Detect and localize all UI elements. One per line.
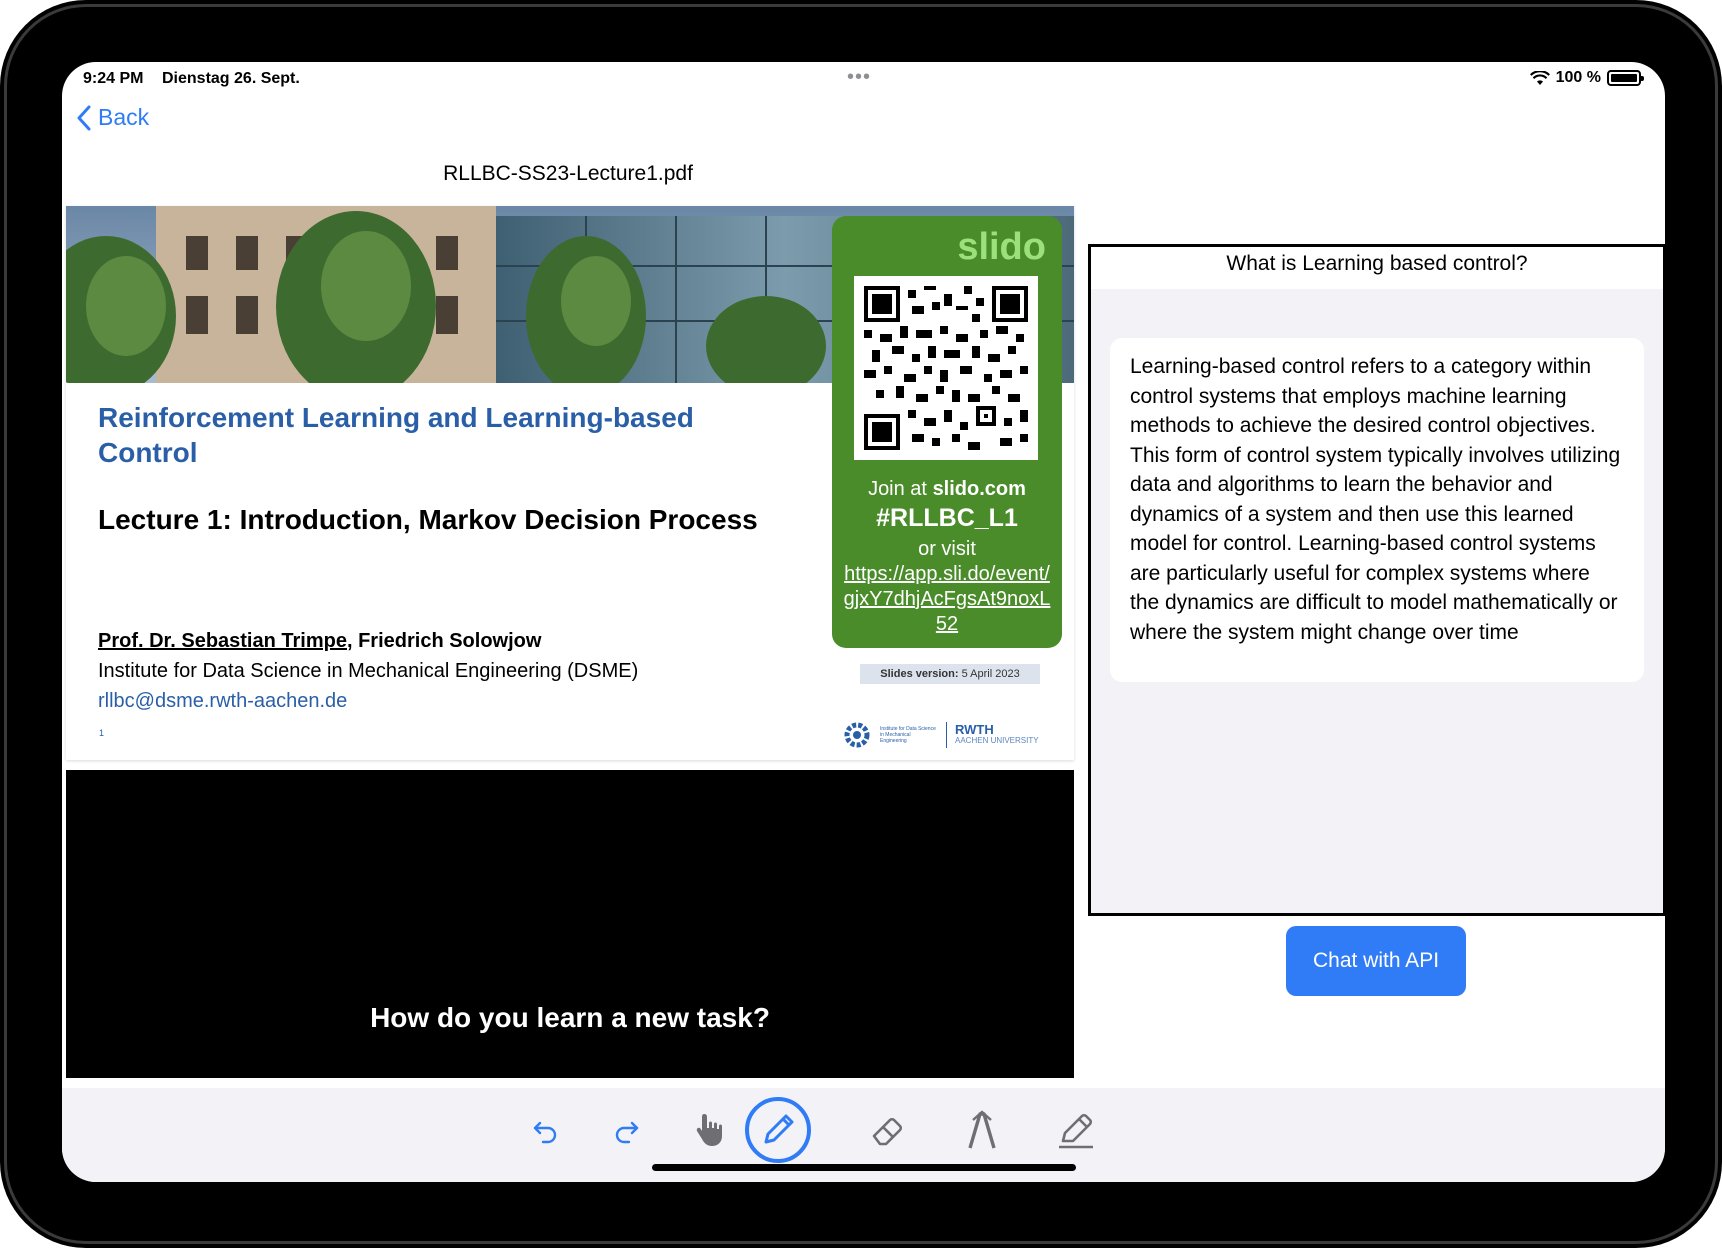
dsme-gear-icon	[844, 722, 870, 748]
qr-code-icon	[854, 276, 1038, 460]
dsme-logo-text: Institute for Data Science in Mechanical…	[880, 726, 936, 744]
slido-join-site: slido.com	[932, 478, 1026, 500]
ipad-screen: 9:24 PM Dienstag 26. Sept. ••• 100 % Bac…	[62, 62, 1665, 1182]
lasso-icon[interactable]	[952, 1100, 1012, 1160]
home-indicator[interactable]	[652, 1164, 1076, 1171]
chevron-left-icon	[77, 105, 91, 130]
wifi-icon	[1529, 70, 1550, 85]
chat-panel: What is Learning based control? Learning…	[1088, 244, 1665, 916]
battery-percent: 100 %	[1555, 69, 1601, 86]
rwth-logo-light: AACHEN UNIVERSITY	[955, 736, 1039, 745]
chat-answer-bubble: Learning-based control refers to a categ…	[1110, 338, 1644, 682]
rwth-logo: RWTH AACHEN UNIVERSITY	[955, 722, 1039, 746]
slide-institute: Institute for Data Science in Mechanical…	[98, 660, 639, 682]
slide-title: Reinforcement Learning and Learning-base…	[98, 402, 694, 468]
highlighter-icon[interactable]	[1046, 1100, 1106, 1160]
chat-question: What is Learning based control?	[1091, 247, 1663, 289]
lead-author: Prof. Dr. Sebastian Trimpe	[98, 630, 347, 652]
redo-icon[interactable]	[596, 1100, 656, 1160]
multitasking-dots-icon[interactable]: •••	[847, 66, 871, 89]
hand-pointer-icon[interactable]	[682, 1100, 742, 1160]
pencil-icon[interactable]	[742, 1094, 814, 1166]
slide-page-number: 1	[99, 728, 105, 738]
slide-subtitle: Lecture 1: Introduction, Markov Decision…	[98, 504, 758, 535]
slido-event-code: #RLLBC_L1	[876, 504, 1018, 532]
version-date: 5 April 2023	[961, 668, 1020, 680]
rwth-logo-bold: RWTH	[955, 722, 994, 737]
slido-url-link[interactable]: https://app.sli.do/event/gjxY7dhjAcFgsAt…	[842, 562, 1052, 637]
status-date: Dienstag 26. Sept.	[162, 70, 300, 87]
back-label: Back	[98, 104, 150, 130]
pdf-slide[interactable]: Reinforcement Learning and Learning-base…	[66, 206, 1074, 760]
logo-divider	[946, 722, 947, 748]
slide-authors: Prof. Dr. Sebastian Trimpe, Friedrich So…	[98, 630, 541, 653]
undo-icon[interactable]	[516, 1100, 576, 1160]
video-caption: How do you learn a new task?	[370, 1002, 770, 1033]
video-pane[interactable]: How do you learn a new task?	[66, 770, 1074, 1078]
slido-box: slido Join at slido.com #RLLBC_L1 or vis…	[832, 216, 1062, 648]
version-label: Slides version:	[880, 668, 959, 680]
slido-join-text: Join at slido.com	[832, 478, 1062, 501]
document-title: RLLBC-SS23-Lecture1.pdf	[443, 162, 693, 185]
slide-email[interactable]: rllbc@dsme.rwth-aachen.de	[98, 690, 347, 713]
slido-logo: slido	[957, 226, 1046, 268]
back-button[interactable]: Back	[76, 104, 149, 131]
battery-icon	[1607, 70, 1644, 86]
chat-with-api-button[interactable]: Chat with API	[1286, 926, 1466, 996]
eraser-icon[interactable]	[858, 1100, 918, 1160]
status-right: 100 %	[1529, 69, 1644, 87]
slido-join-prefix: Join at	[868, 478, 927, 500]
status-bar: 9:24 PM Dienstag 26. Sept. ••• 100 %	[62, 62, 1665, 96]
co-author: , Friedrich Solowjow	[346, 630, 542, 652]
status-time: 9:24 PM	[83, 70, 144, 87]
institution-logos: Institute for Data Science in Mechanical…	[842, 718, 1042, 752]
slido-or-visit: or visit	[918, 538, 976, 560]
slide-version: Slides version: 5 April 2023	[860, 664, 1040, 684]
